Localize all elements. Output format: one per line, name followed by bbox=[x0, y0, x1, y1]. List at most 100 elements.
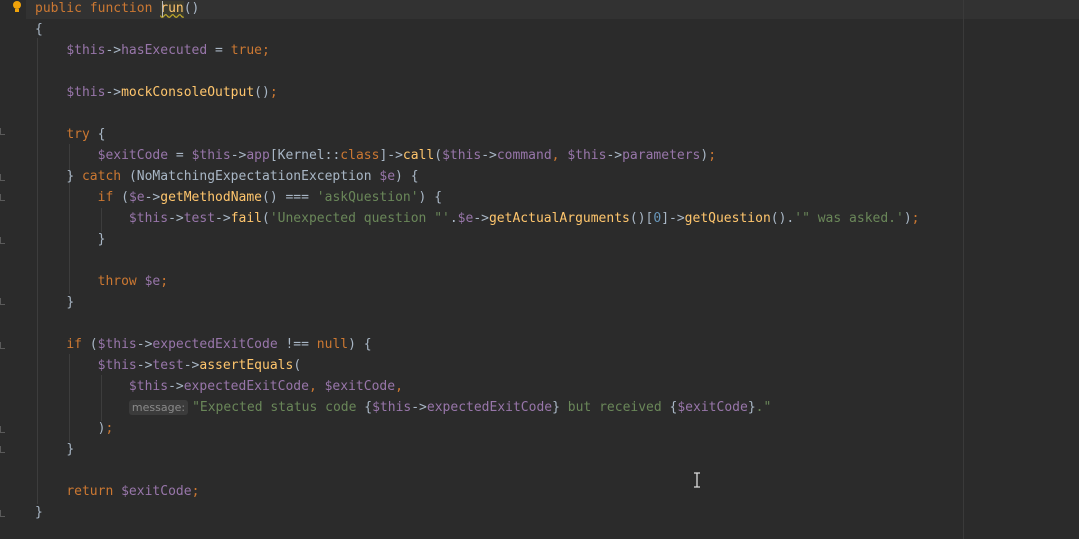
code-token: ) bbox=[903, 211, 912, 226]
code-token: = bbox=[168, 148, 192, 163]
code-token: { bbox=[35, 22, 43, 37]
code-token: -> bbox=[168, 379, 184, 394]
code-token: (). bbox=[770, 211, 795, 226]
editor-gutter[interactable] bbox=[0, 0, 26, 539]
code-line[interactable]: throw $e; bbox=[35, 271, 168, 292]
fold-marker-icon[interactable] bbox=[0, 426, 5, 433]
code-line[interactable]: $this->mockConsoleOutput(); bbox=[35, 82, 278, 103]
code-token: () bbox=[254, 85, 270, 100]
code-line[interactable]: } bbox=[35, 229, 106, 250]
code-token: $exitCode bbox=[121, 484, 192, 499]
fold-marker-icon[interactable] bbox=[0, 237, 5, 244]
code-token: -> bbox=[606, 148, 623, 163]
code-token: true bbox=[230, 43, 262, 58]
code-token: $e bbox=[144, 274, 161, 289]
fold-marker-icon[interactable] bbox=[0, 194, 5, 201]
code-token: '" was asked.' bbox=[794, 211, 904, 226]
code-token: ; bbox=[191, 484, 200, 499]
code-token: { bbox=[97, 127, 106, 142]
fold-marker-icon[interactable] bbox=[0, 128, 5, 135]
parameter-hint-label: message: bbox=[128, 400, 189, 415]
code-token: $this bbox=[128, 211, 169, 226]
code-token: -> bbox=[105, 85, 122, 100]
code-token: { bbox=[364, 400, 373, 415]
code-line[interactable]: if ($this->expectedExitCode !== null) { bbox=[35, 334, 372, 355]
code-line[interactable]: } catch (NoMatchingExpectationException … bbox=[35, 166, 419, 187]
code-line[interactable]: $this->test->assertEquals( bbox=[35, 355, 302, 376]
code-token: but received bbox=[559, 400, 670, 415]
code-line[interactable]: $this->test->fail('Unexpected question "… bbox=[35, 208, 920, 229]
code-token: 0 bbox=[653, 211, 662, 226]
code-token: ) { bbox=[348, 337, 372, 352]
code-line[interactable]: } bbox=[35, 502, 43, 523]
code-line[interactable]: } bbox=[35, 439, 74, 460]
code-token: } bbox=[747, 400, 756, 415]
fold-marker-icon[interactable] bbox=[0, 298, 5, 305]
code-token: } bbox=[66, 169, 82, 184]
right-margin-guide bbox=[963, 0, 964, 539]
code-token: $this bbox=[191, 148, 231, 163]
code-token: -> bbox=[473, 211, 489, 226]
code-token: } bbox=[552, 400, 560, 415]
fold-marker-icon[interactable] bbox=[0, 342, 5, 349]
code-token: ) { bbox=[395, 169, 419, 184]
code-token: $this bbox=[97, 358, 137, 373]
code-token: expectedExitCode bbox=[183, 379, 309, 394]
code-token: ( bbox=[89, 337, 98, 352]
code-token: $this bbox=[128, 379, 169, 394]
code-token: ; bbox=[269, 85, 278, 100]
code-token: expectedExitCode bbox=[426, 400, 553, 415]
code-line[interactable]: $exitCode = $this->app[Kernel::class]->c… bbox=[35, 145, 716, 166]
code-line[interactable]: $this->hasExecuted = true; bbox=[35, 40, 270, 61]
code-token: if bbox=[97, 190, 122, 205]
code-token: -> bbox=[183, 358, 200, 373]
code-line[interactable]: } bbox=[35, 292, 74, 313]
code-token: $this bbox=[567, 148, 607, 163]
code-token: ]-> bbox=[379, 148, 403, 163]
code-token: . bbox=[449, 211, 458, 226]
code-token: $this bbox=[372, 400, 412, 415]
code-line[interactable]: $this->expectedExitCode, $exitCode, bbox=[35, 376, 403, 397]
code-editor[interactable]: public function run() { $this->hasExecute… bbox=[0, 0, 1079, 539]
code-line[interactable]: if ($e->getMethodName() === 'askQuestion… bbox=[35, 187, 442, 208]
fold-marker-icon[interactable] bbox=[0, 446, 5, 453]
code-token: ) { bbox=[418, 190, 443, 205]
code-token: ; bbox=[160, 274, 169, 289]
code-token: app bbox=[246, 148, 270, 163]
code-token: getActualArguments bbox=[488, 211, 630, 226]
lightbulb-icon[interactable] bbox=[11, 0, 23, 14]
code-token: test bbox=[183, 211, 216, 226]
code-token: ." bbox=[755, 400, 772, 415]
code-token: $e bbox=[457, 211, 474, 226]
code-line[interactable]: try { bbox=[35, 124, 105, 145]
code-line[interactable]: { bbox=[35, 19, 43, 40]
code-token: $e bbox=[128, 190, 145, 205]
code-line[interactable]: return $exitCode; bbox=[35, 481, 199, 502]
fold-marker-icon[interactable] bbox=[0, 174, 5, 181]
code-token: } bbox=[66, 295, 75, 310]
code-token: !== bbox=[277, 337, 317, 352]
code-token: -> bbox=[215, 211, 231, 226]
code-line[interactable]: ); bbox=[35, 418, 114, 439]
code-token: } bbox=[35, 505, 43, 520]
code-token: class bbox=[340, 148, 380, 163]
code-line[interactable]: public function run() bbox=[35, 0, 199, 19]
code-token: try bbox=[66, 127, 98, 142]
code-line[interactable]: message: "Expected status code {$this->ex… bbox=[35, 397, 771, 418]
fold-marker-icon[interactable] bbox=[0, 510, 5, 517]
code-token: -> bbox=[481, 148, 497, 163]
